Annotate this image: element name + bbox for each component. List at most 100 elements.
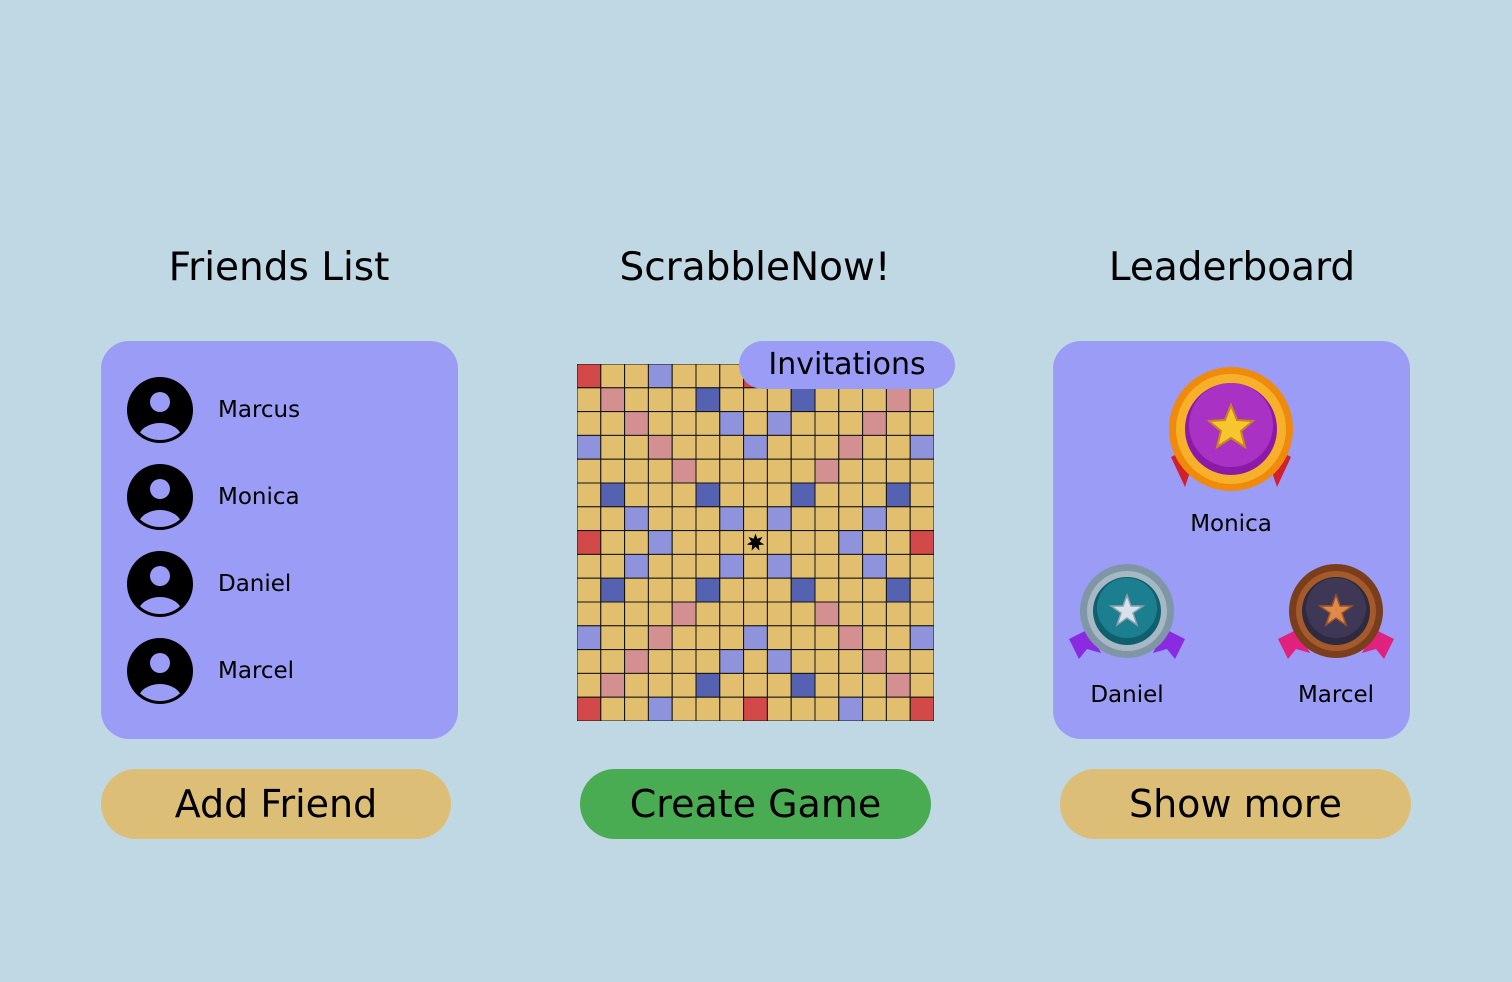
board-cell-triple-letter[interactable] — [695, 672, 721, 698]
board-cell-tile[interactable] — [695, 601, 721, 627]
board-cell-tile[interactable] — [624, 458, 649, 484]
board-cell-tile[interactable] — [600, 696, 626, 721]
board-cell-double-letter[interactable] — [766, 553, 792, 579]
board-cell-tile[interactable] — [647, 506, 673, 532]
board-cell-tile[interactable] — [671, 387, 697, 413]
board-cell-triple-word[interactable] — [577, 530, 602, 555]
board-cell-tile[interactable] — [909, 411, 934, 436]
board-cell-double-letter[interactable] — [719, 411, 745, 436]
board-cell-tile[interactable] — [600, 364, 626, 389]
board-cell-tile[interactable] — [766, 672, 792, 698]
board-cell-double-word[interactable] — [671, 601, 697, 627]
board-cell-double-word[interactable] — [600, 387, 626, 413]
board-cell-tile[interactable] — [671, 696, 697, 721]
board-cell-tile[interactable] — [600, 434, 626, 460]
board-cell-tile[interactable] — [719, 458, 745, 484]
board-cell-double-letter[interactable] — [624, 506, 649, 532]
board-cell-tile[interactable] — [743, 649, 768, 674]
board-cell-tile[interactable] — [719, 672, 745, 698]
board-cell-double-letter[interactable] — [624, 553, 649, 579]
board-cell-tile[interactable] — [719, 625, 745, 651]
board-cell-tile[interactable] — [719, 434, 745, 460]
board-cell-double-word[interactable] — [838, 434, 864, 460]
board-cell-triple-word[interactable] — [743, 696, 768, 721]
board-cell-double-word[interactable] — [862, 649, 887, 674]
board-cell-triple-word[interactable] — [577, 696, 602, 721]
board-cell-double-letter[interactable] — [577, 434, 602, 460]
board-cell-tile[interactable] — [790, 553, 816, 579]
friend-item-monica[interactable]: Monica — [125, 462, 425, 532]
board-cell-double-word[interactable] — [838, 625, 864, 651]
create-game-button[interactable]: Create Game — [580, 769, 931, 839]
board-cell-double-letter[interactable] — [719, 649, 745, 674]
board-cell-tile[interactable] — [647, 553, 673, 579]
board-cell-tile[interactable] — [743, 672, 768, 698]
board-cell-tile[interactable] — [647, 411, 673, 436]
board-cell-tile[interactable] — [790, 458, 816, 484]
board-cell-double-word[interactable] — [624, 411, 649, 436]
board-cell-tile[interactable] — [695, 553, 721, 579]
board-cell-triple-word[interactable] — [577, 364, 602, 389]
board-cell-tile[interactable] — [909, 577, 934, 603]
friend-item-marcel[interactable]: Marcel — [125, 636, 425, 706]
board-cell-tile[interactable] — [814, 434, 840, 460]
board-cell-triple-letter[interactable] — [695, 482, 721, 508]
board-cell-double-word[interactable] — [647, 434, 673, 460]
board-cell-double-letter[interactable] — [838, 696, 864, 721]
board-cell-tile[interactable] — [624, 601, 649, 627]
board-cell-tile[interactable] — [766, 530, 792, 555]
board-cell-tile[interactable] — [909, 482, 934, 508]
board-cell-double-letter[interactable] — [743, 434, 768, 460]
board-cell-tile[interactable] — [838, 577, 864, 603]
board-cell-tile[interactable] — [814, 411, 840, 436]
board-cell-tile[interactable] — [862, 625, 887, 651]
board-cell-double-letter[interactable] — [719, 506, 745, 532]
board-cell-tile[interactable] — [909, 553, 934, 579]
board-cell-tile[interactable] — [814, 649, 840, 674]
board-cell-tile[interactable] — [838, 553, 864, 579]
board-cell-tile[interactable] — [671, 577, 697, 603]
board-cell-double-letter[interactable] — [766, 649, 792, 674]
board-cell-tile[interactable] — [743, 601, 768, 627]
board-cell-tile[interactable] — [600, 649, 626, 674]
board-cell-tile[interactable] — [695, 506, 721, 532]
board-cell-tile[interactable] — [838, 649, 864, 674]
board-cell-tile[interactable] — [647, 601, 673, 627]
board-cell-tile[interactable] — [671, 411, 697, 436]
board-cell-tile[interactable] — [814, 482, 840, 508]
board-cell-tile[interactable] — [624, 696, 649, 721]
board-cell-double-letter[interactable] — [766, 411, 792, 436]
board-cell-tile[interactable] — [814, 672, 840, 698]
board-cell-tile[interactable] — [624, 672, 649, 698]
board-cell-double-letter[interactable] — [577, 625, 602, 651]
board-cell-tile[interactable] — [647, 482, 673, 508]
board-cell-double-letter[interactable] — [862, 553, 887, 579]
board-cell-double-letter[interactable] — [909, 434, 934, 460]
board-cell-tile[interactable] — [671, 649, 697, 674]
board-cell-tile[interactable] — [862, 672, 887, 698]
board-cell-triple-letter[interactable] — [790, 672, 816, 698]
board-cell-triple-letter[interactable] — [695, 387, 721, 413]
board-cell-tile[interactable] — [766, 482, 792, 508]
board-cell-tile[interactable] — [909, 387, 934, 413]
board-cell-triple-letter[interactable] — [600, 577, 626, 603]
board-cell-tile[interactable] — [671, 672, 697, 698]
board-cell-double-letter[interactable] — [647, 364, 673, 389]
board-cell-tile[interactable] — [719, 530, 745, 555]
board-cell-tile[interactable] — [862, 601, 887, 627]
board-cell-tile[interactable] — [695, 364, 721, 389]
board-cell-double-letter[interactable] — [909, 625, 934, 651]
board-cell-tile[interactable] — [838, 458, 864, 484]
board-cell-tile[interactable] — [743, 553, 768, 579]
board-cell-tile[interactable] — [790, 411, 816, 436]
board-cell-tile[interactable] — [885, 625, 911, 651]
board-cell-tile[interactable] — [671, 482, 697, 508]
board-cell-tile[interactable] — [909, 672, 934, 698]
board-cell-tile[interactable] — [647, 458, 673, 484]
board-cell-tile[interactable] — [671, 553, 697, 579]
board-cell-tile[interactable] — [766, 696, 792, 721]
board-cell-tile[interactable] — [671, 625, 697, 651]
board-cell-tile[interactable] — [577, 506, 602, 532]
board-cell-double-word[interactable] — [814, 601, 840, 627]
show-more-button[interactable]: Show more — [1060, 769, 1411, 839]
